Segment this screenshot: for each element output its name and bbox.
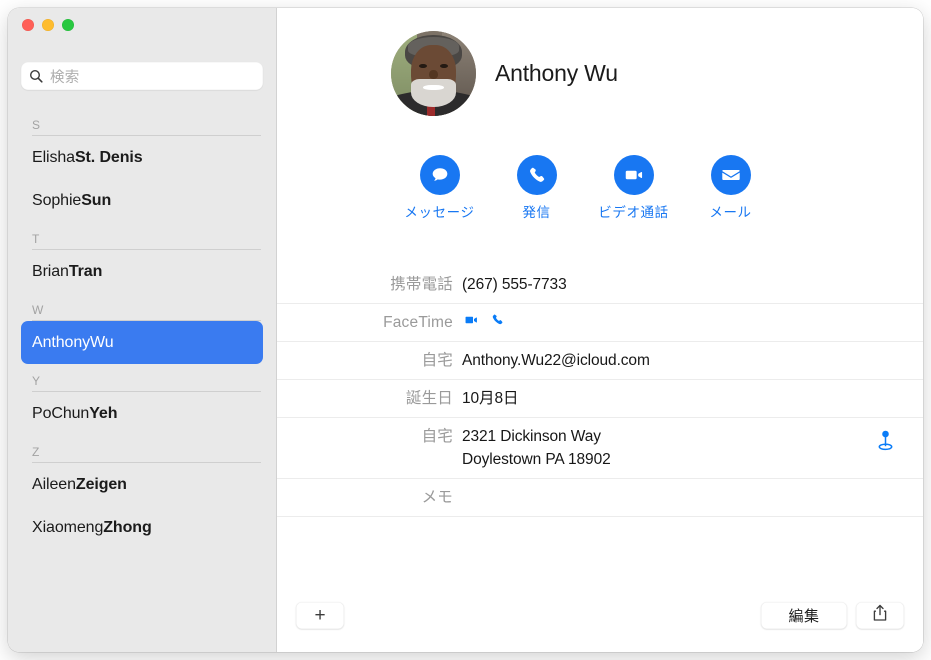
contact-list-item[interactable]: Aileen Zeigen (21, 463, 263, 506)
birthday-label: 誕生日 (405, 390, 453, 407)
field-row-birthday: 誕生日 10月8日 (277, 380, 923, 418)
section-header-t: T (8, 222, 276, 250)
search-placeholder: 検索 (50, 69, 80, 86)
section-letter: T (32, 232, 40, 246)
video-call-action[interactable]: ビデオ通話 (585, 155, 682, 221)
birthday-value[interactable]: 10月8日 (462, 387, 923, 410)
field-row-home-email: 自宅 Anthony.Wu22@icloud.com (277, 342, 923, 380)
home-address-label: 自宅 (421, 428, 453, 445)
avatar[interactable] (391, 31, 476, 116)
phone-icon (516, 155, 557, 195)
contact-header: Anthony Wu (391, 31, 618, 116)
contacts-window: 検索 S Elisha St. Denis Sophie Sun T Brian Tra… (8, 8, 923, 652)
search-field-wrapper[interactable]: 検索 (21, 62, 263, 90)
contact-list-item[interactable]: PoChun Yeh (21, 392, 263, 435)
contact-list-item[interactable]: Elisha St. Denis (21, 136, 263, 179)
minimize-button[interactable] (42, 19, 54, 31)
video-call-action-label: ビデオ通話 (598, 205, 669, 220)
edit-button-label: 編集 (788, 608, 820, 625)
mail-action-label: メール (709, 205, 752, 220)
video-camera-icon (613, 155, 654, 195)
home-address-value: 2321 Dickinson Way Doylestown PA 18902 (462, 425, 923, 471)
section-letter: Z (32, 445, 40, 459)
contact-first-name: Brian (32, 262, 69, 280)
contact-last-name: Zhong (103, 518, 152, 536)
section-header-y: Y (8, 364, 276, 392)
section-letter: W (32, 303, 44, 317)
edit-button[interactable]: 編集 (761, 602, 847, 629)
contact-list-item[interactable]: Sophie Sun (21, 179, 263, 222)
share-icon (872, 604, 888, 627)
facetime-video-icon[interactable] (462, 311, 481, 334)
mobile-phone-value[interactable]: (267) 555-7733 (462, 273, 923, 296)
contact-last-name: Wu (90, 333, 114, 351)
contact-list-item[interactable]: Anthony Wu (21, 321, 263, 364)
facetime-audio-icon[interactable] (490, 311, 505, 334)
contact-first-name: Sophie (32, 191, 82, 209)
field-row-notes: メモ (277, 479, 923, 517)
sidebar: 検索 S Elisha St. Denis Sophie Sun T Brian Tra… (8, 8, 277, 652)
contact-last-name: Sun (81, 191, 112, 209)
field-row-facetime: FaceTime (277, 304, 923, 342)
search-input[interactable]: 検索 (21, 62, 263, 90)
address-line-2: Doylestown PA 18902 (462, 451, 611, 468)
section-letter: S (32, 118, 41, 132)
contact-name: Anthony Wu (495, 60, 618, 86)
notes-label: メモ (421, 489, 453, 506)
close-button[interactable] (22, 19, 34, 31)
home-email-label: 自宅 (421, 352, 453, 369)
message-action[interactable]: メッセージ (391, 155, 488, 221)
section-header-z: Z (8, 435, 276, 463)
action-buttons: メッセージ 発信 ビデオ通話 メール (391, 155, 779, 221)
section-header-s: S (8, 108, 276, 136)
notes-value (462, 486, 923, 509)
contact-detail-pane: Anthony Wu メッセージ 発信 ビデオ通話 メール 携帯電話 (267) 555… (277, 8, 923, 652)
contact-first-name: Elisha (32, 148, 75, 166)
section-header-w: W (8, 293, 276, 321)
contact-last-name: Zeigen (75, 475, 127, 493)
address-line-1: 2321 Dickinson Way (462, 428, 601, 445)
search-icon (29, 69, 43, 83)
share-button[interactable] (856, 602, 904, 629)
contact-list-item[interactable]: Xiaomeng Zhong (21, 506, 263, 549)
field-row-home-address: 自宅 2321 Dickinson Way Doylestown PA 18902 (277, 418, 923, 479)
window-controls (22, 19, 74, 31)
field-row-mobile-phone: 携帯電話 (267) 555-7733 (277, 266, 923, 304)
contact-list-item[interactable]: Brian Tran (21, 250, 263, 293)
home-email-value[interactable]: Anthony.Wu22@icloud.com (462, 349, 923, 372)
zoom-button[interactable] (62, 19, 74, 31)
contact-first-name: PoChun (32, 404, 90, 422)
plus-icon: + (314, 605, 326, 626)
contact-fields: 携帯電話 (267) 555-7733 FaceTime 自宅 Anthony.Wu22… (277, 266, 923, 517)
mobile-phone-label: 携帯電話 (390, 276, 453, 293)
add-contact-button[interactable]: + (296, 602, 344, 629)
contact-last-name: Yeh (89, 404, 118, 422)
contact-first-name: Xiaomeng (32, 518, 104, 536)
message-action-label: メッセージ (404, 205, 475, 220)
facetime-label: FaceTime (383, 314, 453, 331)
contact-list[interactable]: S Elisha St. Denis Sophie Sun T Brian Tran W A… (8, 108, 276, 652)
bottom-toolbar: + 編集 (277, 590, 923, 652)
contact-last-name: St. Denis (74, 148, 143, 166)
call-action[interactable]: 発信 (488, 155, 585, 221)
envelope-icon (710, 155, 751, 195)
contact-first-name: Aileen (32, 475, 76, 493)
message-bubble-icon (419, 155, 460, 195)
facetime-value (462, 311, 923, 334)
contact-first-name: Anthony (32, 333, 91, 351)
contact-last-name: Tran (68, 262, 103, 280)
call-action-label: 発信 (522, 205, 551, 220)
map-pin-icon[interactable] (877, 430, 894, 456)
mail-action[interactable]: メール (682, 155, 779, 221)
section-letter: Y (32, 374, 41, 388)
